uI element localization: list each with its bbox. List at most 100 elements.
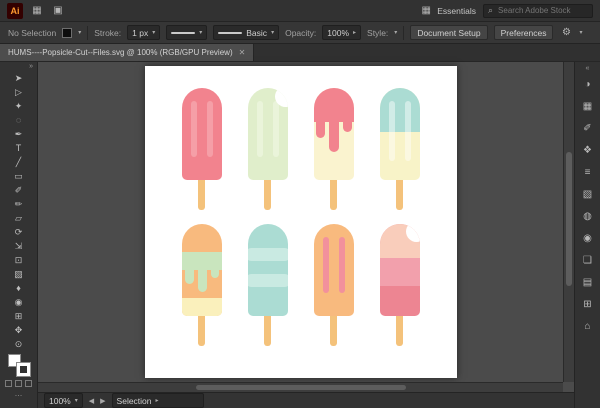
more-options-caret-icon[interactable]: ▾ [579,29,582,36]
next-artboard-icon[interactable]: ▶ [100,397,105,405]
blend-tool[interactable]: ◉ [7,295,31,309]
shape-layer [247,224,288,316]
free-transform-tool[interactable]: ⊡ [7,253,31,267]
horizontal-scrollbar[interactable] [38,382,563,392]
color-panel-icon[interactable]: ◑ [580,77,596,92]
selection-context-label: No Selection [8,27,57,38]
opacity-caret-icon: ▸ [353,30,357,36]
shape-layer [210,264,219,278]
rotate-tool[interactable]: ⟳ [7,225,31,239]
home-icon[interactable]: ▦ [30,5,44,16]
vertical-scrollbar[interactable] [563,62,574,382]
appearance-panel-icon[interactable]: ◉ [580,231,596,246]
orange-melting-popsicle[interactable] [181,224,222,346]
paintbrush-tool[interactable]: ✐ [7,183,31,197]
zoom-level-dropdown[interactable]: 100% ▾ [44,393,83,408]
scale-tool[interactable]: ⇲ [7,239,31,253]
mint-striped-popsicle[interactable] [379,88,420,210]
gradient-tool[interactable]: ▧ [7,267,31,281]
pink-banded-bitten-popsicle-body [379,224,420,316]
stroke-panel-icon[interactable]: ≡ [580,165,596,180]
magic-wand-tool[interactable]: ✦ [7,99,31,113]
hand-tool[interactable]: ✥ [7,323,31,337]
rectangle-tool[interactable]: ▭ [7,169,31,183]
pink-striped-popsicle[interactable] [181,88,222,210]
preferences-button[interactable]: Preferences [493,25,554,40]
search-input[interactable] [496,5,588,16]
direct-selection-tool[interactable]: ▷ [7,85,31,99]
close-tab-icon[interactable]: ✕ [239,48,246,57]
pink-banded-bitten-popsicle[interactable] [379,224,420,346]
opacity-value: 100% [327,27,350,38]
more-options-icon[interactable]: ⚙ [559,27,573,38]
draw-normal-mode-button[interactable] [5,380,12,387]
expand-toolbar-icon[interactable]: » [29,63,33,71]
document-tab-title: HUMS----Popsicle-Cut--Files.svg @ 100% (… [8,48,233,57]
symbols-panel-icon[interactable]: ❖ [580,143,596,158]
type-tool[interactable]: T [7,141,31,155]
document-setup-button[interactable]: Document Setup [410,25,488,40]
document-tab[interactable]: HUMS----Popsicle-Cut--Files.svg @ 100% (… [0,44,255,61]
arrange-documents-icon[interactable]: ▣ [51,5,65,16]
artboard-tool[interactable]: ⊞ [7,309,31,323]
artboard[interactable] [144,66,457,378]
pink-striped-popsicle-stick [198,180,205,210]
status-caret-icon: ▸ [155,398,159,404]
fill-caret-icon[interactable]: ▾ [78,29,81,36]
swatches-panel-icon[interactable]: ▦ [580,99,596,114]
status-readout[interactable]: Selection ▸ [111,393,204,408]
lasso-tool[interactable]: ◌ [7,113,31,127]
layers-panel-icon[interactable]: ▤ [580,275,596,290]
vertical-scrollbar-thumb[interactable] [566,151,572,286]
pen-tool[interactable]: ✒ [7,127,31,141]
shape-layer [379,258,420,286]
stroke-swatch[interactable] [15,362,31,377]
pink-melting-popsicle-stick [330,180,337,210]
draw-behind-mode-button[interactable] [15,380,22,387]
app-bar: Ai ▦ ▣ ▦ Essentials ⌕ [0,0,600,22]
pink-striped-popsicle-body [181,88,222,180]
style-label: Style: [367,27,389,38]
fill-stroke-control [7,354,31,377]
expand-panels-icon[interactable]: « [586,65,590,75]
draw-inside-mode-button[interactable] [25,380,32,387]
opacity-field[interactable]: 100% ▸ [322,25,362,40]
orange-striped-popsicle[interactable] [313,224,354,346]
width-profile-dropdown[interactable]: ▾ [166,25,208,40]
brush-definition-dropdown[interactable]: Basic ▾ [213,25,280,40]
fill-color-swatch[interactable] [62,27,73,38]
eyedropper-tool[interactable]: ♦ [7,281,31,295]
teal-wavy-popsicle[interactable] [247,224,288,346]
tools-panel: » ➤ ▷ ✦ ◌ ✒ T ╱ ▭ ✐ ✏ ▱ ⟳ ⇲ ⊡ ▧ ♦ ◉ ⊞ ✥ ⊙ … [0,62,38,408]
style-caret-icon[interactable]: ▾ [394,29,397,36]
previous-artboard-icon[interactable]: ◀ [89,397,94,405]
width-profile-caret-icon: ▾ [199,30,203,36]
eraser-tool[interactable]: ▱ [7,211,31,225]
artboards-panel-icon[interactable]: ⊞ [580,297,596,312]
document-tab-bar: HUMS----Popsicle-Cut--Files.svg @ 100% (… [0,44,600,62]
canvas-pasteboard[interactable] [38,62,563,382]
selection-tool[interactable]: ➤ [7,71,31,85]
adobe-stock-search[interactable]: ⌕ [483,3,593,18]
pink-melting-popsicle[interactable] [313,88,354,210]
shape-layer [181,88,222,180]
zoom-tool[interactable]: ⊙ [7,337,31,351]
zoom-level-value: 100% [49,395,71,406]
pencil-tool[interactable]: ✏ [7,197,31,211]
line-segment-tool[interactable]: ╱ [7,155,31,169]
brushes-panel-icon[interactable]: ✐ [580,121,596,136]
transparency-panel-icon[interactable]: ◍ [580,209,596,224]
screen-mode-icon[interactable]: … [15,389,23,398]
green-bitten-popsicle[interactable] [247,88,288,210]
workspace-switcher[interactable]: ▦ Essentials [419,5,476,16]
shape-layer [328,112,339,152]
gradient-panel-icon[interactable]: ▧ [580,187,596,202]
horizontal-scrollbar-thumb[interactable] [195,385,406,390]
pink-banded-bitten-popsicle-stick [396,316,403,346]
shape-layer [313,224,354,316]
graphic-styles-panel-icon[interactable]: ❏ [580,253,596,268]
stroke-width-field[interactable]: 1 px ▾ [127,25,161,40]
libraries-panel-icon[interactable]: ⌂ [580,319,596,334]
document-setup-label: Document Setup [417,27,481,38]
pink-melting-popsicle-body [313,88,354,180]
